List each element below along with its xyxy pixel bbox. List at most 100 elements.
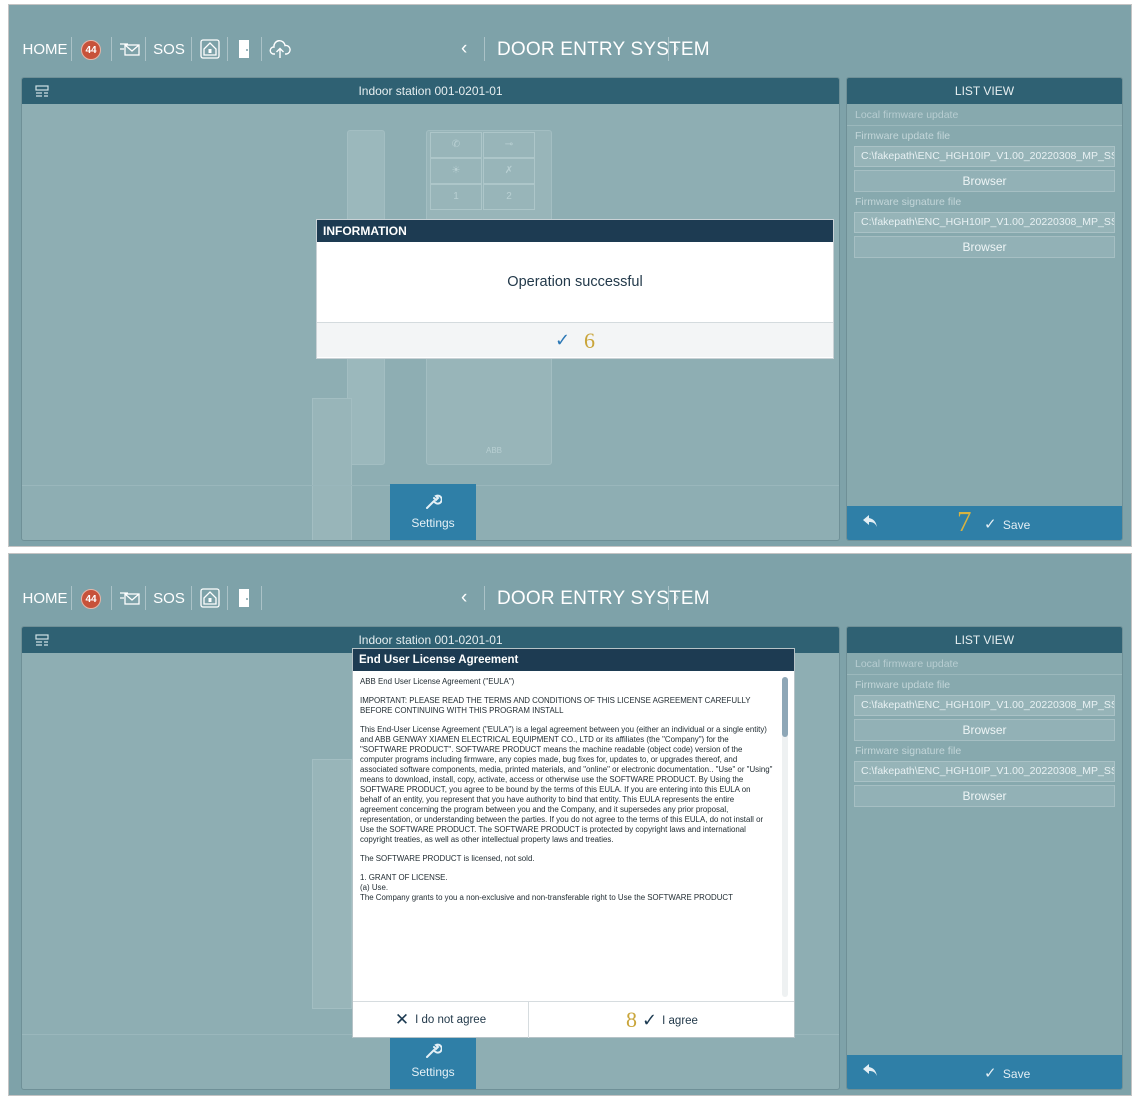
agree-label: I agree	[662, 1015, 698, 1027]
title-divider	[668, 37, 669, 61]
eula-text[interactable]: ABB End User License Agreement ("EULA") …	[353, 671, 794, 1001]
check-icon: ✓	[984, 1065, 997, 1082]
title-divider	[668, 586, 669, 610]
top-bar-divider	[71, 586, 72, 610]
main-panel: Indoor station 001-0201-01 ✆ ⊸ ☀ ✗ 1 2 A…	[21, 77, 840, 541]
top-bar-divider	[261, 586, 262, 610]
settings-button[interactable]: Settings	[390, 484, 476, 540]
check-icon: ✓	[554, 330, 571, 350]
list-view-panel: LIST VIEW Local firmware update Firmware…	[846, 77, 1123, 541]
sos-button[interactable]: SOS	[149, 35, 189, 63]
section-label: Local firmware update	[847, 104, 1122, 126]
door-icon[interactable]	[231, 35, 257, 63]
browser-button[interactable]: Browser	[854, 170, 1115, 192]
top-bar-divider	[71, 37, 72, 61]
device-key: ✆	[430, 132, 482, 158]
top-bar-divider	[145, 37, 146, 61]
home-button[interactable]: HOME	[23, 35, 68, 63]
eula-paragraph: The SOFTWARE PRODUCT is licensed, not so…	[360, 854, 535, 863]
top-bar-divider	[227, 37, 228, 61]
check-icon: ✓	[642, 1010, 658, 1030]
main-panel-title: Indoor station 001-0201-01	[358, 84, 503, 98]
device-key: ☀	[430, 158, 482, 184]
nav-forward-chevron[interactable]: ›	[673, 38, 679, 60]
list-icon[interactable]	[35, 627, 49, 654]
save-button[interactable]: ✓ Save	[984, 515, 1030, 533]
screen-operation-successful: HOME 44 SOS ‹ DOOR ENTRY SYSTEM › Indoor…	[8, 4, 1132, 547]
device-key: ✗	[483, 158, 535, 184]
eula-paragraph: (a) Use.	[360, 883, 389, 892]
door-icon[interactable]	[231, 584, 257, 612]
list-view-panel: LIST VIEW Local firmware update Firmware…	[846, 626, 1123, 1090]
wrench-icon	[390, 484, 476, 516]
firmware-update-label: Firmware update file	[855, 679, 951, 691]
title-divider	[484, 37, 485, 61]
eula-paragraph: This End-User License Agreement ("EULA")…	[360, 725, 773, 844]
top-bar-divider	[111, 37, 112, 61]
top-bar-divider	[261, 37, 262, 61]
settings-button[interactable]: Settings	[390, 1033, 476, 1089]
dialog-footer: ✕ I do not agree 8 ✓ I agree	[353, 1001, 794, 1038]
device-key: 2	[483, 184, 535, 210]
step-marker: 8	[626, 1007, 638, 1032]
firmware-signature-label: Firmware signature file	[855, 196, 962, 208]
home-lock-icon[interactable]	[197, 35, 223, 63]
save-button[interactable]: ✓ Save	[984, 1064, 1030, 1082]
list-view-header: LIST VIEW	[847, 78, 1122, 104]
agree-button[interactable]: 8 ✓ I agree	[530, 1002, 794, 1038]
firmware-update-field[interactable]: C:\fakepath\ENC_HGH10IP_V1.00_20220308_M…	[854, 695, 1115, 716]
main-panel-header: Indoor station 001-0201-01	[22, 78, 839, 104]
list-view-header: LIST VIEW	[847, 627, 1122, 653]
notification-badge[interactable]: 44	[81, 40, 101, 60]
top-bar-divider	[227, 586, 228, 610]
eula-paragraph: 1. GRANT OF LICENSE.	[360, 873, 448, 882]
nav-back-chevron[interactable]: ‹	[461, 38, 467, 60]
section-label: Local firmware update	[847, 653, 1122, 675]
dialog-footer: ✓ 6	[317, 322, 833, 357]
sos-button[interactable]: SOS	[149, 584, 189, 612]
device-key: 1	[430, 184, 482, 210]
scrollbar[interactable]	[782, 677, 788, 997]
back-arrow-icon[interactable]	[862, 514, 878, 531]
home-lock-icon[interactable]	[197, 584, 223, 612]
mail-icon[interactable]	[117, 584, 143, 612]
eula-paragraph: IMPORTANT: PLEASE READ THE TERMS AND CON…	[360, 696, 751, 715]
top-bar-divider	[145, 586, 146, 610]
main-panel-title: Indoor station 001-0201-01	[358, 633, 503, 647]
title-divider	[484, 586, 485, 610]
close-icon: ✕	[394, 1010, 410, 1029]
save-label: Save	[1002, 1067, 1031, 1081]
eula-paragraph: The Company grants to you a non-exclusiv…	[360, 893, 733, 902]
top-bar-divider	[191, 37, 192, 61]
settings-label: Settings	[411, 516, 455, 530]
firmware-signature-field[interactable]: C:\fakepath\ENC_HGH10IP_V1.00_20220308_M…	[854, 761, 1115, 782]
firmware-signature-label: Firmware signature file	[855, 745, 962, 757]
top-bar: HOME 44 SOS ‹ DOOR ENTRY SYSTEM ›	[9, 554, 1131, 616]
mail-icon[interactable]	[117, 35, 143, 63]
browser-button[interactable]: Browser	[854, 785, 1115, 807]
device-illustration	[312, 759, 352, 1009]
list-view-footer: 7 ✓ Save	[847, 506, 1122, 540]
firmware-update-field[interactable]: C:\fakepath\ENC_HGH10IP_V1.00_20220308_M…	[854, 146, 1115, 167]
nav-back-chevron[interactable]: ‹	[461, 587, 467, 609]
back-arrow-icon[interactable]	[862, 1063, 878, 1080]
step-marker: 7	[957, 506, 972, 538]
notification-badge[interactable]: 44	[81, 589, 101, 609]
step-marker: 6	[584, 327, 596, 353]
cloud-upload-icon[interactable]	[267, 35, 293, 63]
disagree-button[interactable]: ✕ I do not agree	[353, 1002, 529, 1038]
nav-forward-chevron[interactable]: ›	[673, 587, 679, 609]
ok-button[interactable]: ✓ 6	[555, 323, 595, 358]
list-icon[interactable]	[35, 78, 49, 105]
top-bar-divider	[111, 586, 112, 610]
save-label: Save	[1002, 518, 1031, 532]
disagree-label: I do not agree	[415, 1014, 487, 1026]
device-key: ⊸	[483, 132, 535, 158]
scrollbar-thumb[interactable]	[782, 677, 788, 737]
browser-button[interactable]: Browser	[854, 236, 1115, 258]
dialog-message: Operation successful	[507, 274, 643, 290]
information-dialog: INFORMATION Operation successful ✓ 6	[317, 220, 833, 358]
browser-button[interactable]: Browser	[854, 719, 1115, 741]
firmware-signature-field[interactable]: C:\fakepath\ENC_HGH10IP_V1.00_20220308_M…	[854, 212, 1115, 233]
home-button[interactable]: HOME	[23, 584, 68, 612]
